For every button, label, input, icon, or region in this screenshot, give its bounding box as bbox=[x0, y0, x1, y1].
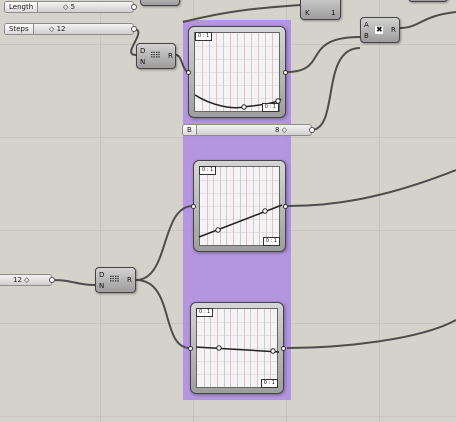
output-1[interactable]: 1 bbox=[331, 9, 335, 17]
domain-label: 0 : 1 bbox=[199, 166, 217, 175]
steps-slider[interactable]: Steps ◇ 12 bbox=[4, 23, 137, 35]
steps-slider-value: ◇ 12 bbox=[49, 25, 66, 33]
wire-divide2-to-mapper3 bbox=[135, 279, 191, 349]
input-d[interactable]: D bbox=[99, 271, 104, 279]
input-b[interactable]: B bbox=[364, 32, 369, 40]
wire-multiply-out bbox=[399, 11, 456, 29]
b-slider-label: B bbox=[183, 125, 197, 135]
graph-mapper-3[interactable]: 0 : 1 0 : 1 bbox=[188, 302, 286, 394]
output-r[interactable]: R bbox=[168, 52, 173, 60]
multiply-icon: ✖ bbox=[375, 25, 383, 34]
graph-mapper-1[interactable]: 0 : 1 0 : 1 bbox=[186, 26, 288, 118]
count-slider-value: 12 ◇ bbox=[13, 276, 30, 284]
length-slider[interactable]: Length ◇ 5 bbox=[4, 1, 137, 13]
multiply-component[interactable]: A B ✖ R bbox=[360, 17, 400, 43]
output-port[interactable] bbox=[281, 346, 286, 351]
component-top-right[interactable]: K 1 bbox=[300, 0, 341, 20]
wire-slider-to-divide2 bbox=[51, 279, 96, 286]
output-port[interactable] bbox=[283, 204, 288, 209]
input-k[interactable]: K bbox=[305, 9, 310, 17]
b-slider[interactable]: B 8 ◇ bbox=[182, 124, 315, 136]
range-label: 0 : 1 bbox=[262, 237, 280, 246]
wire-mapper1-to-multiply-a bbox=[285, 36, 361, 73]
steps-slider-label: Steps bbox=[5, 24, 34, 34]
domain-label: 0 : 1 bbox=[195, 32, 213, 41]
range-label: 0 : 1 bbox=[260, 379, 278, 388]
input-port[interactable] bbox=[186, 70, 191, 75]
wire-b-to-multiply-b bbox=[310, 47, 361, 131]
b-slider-value: 8 ◇ bbox=[275, 126, 288, 134]
graph-mapper-2[interactable]: 0 : 1 0 : 1 bbox=[191, 160, 288, 252]
steps-slider-grip[interactable] bbox=[131, 26, 137, 32]
output-r[interactable]: R bbox=[127, 276, 132, 284]
output-port[interactable] bbox=[283, 70, 288, 75]
component-top-left[interactable] bbox=[140, 0, 180, 6]
wire-top bbox=[182, 4, 301, 23]
input-port[interactable] bbox=[191, 204, 196, 209]
input-a[interactable]: A bbox=[364, 21, 369, 29]
length-slider-value: ◇ 5 bbox=[63, 3, 76, 11]
input-n[interactable]: N bbox=[140, 58, 145, 66]
divide-icon: ⠿⠿ bbox=[109, 275, 120, 284]
divide-component-bottom[interactable]: D N ⠿⠿ R bbox=[95, 267, 136, 293]
output-r[interactable]: R bbox=[391, 26, 396, 34]
divide-component-top[interactable]: D N ⠿⠿ R bbox=[136, 43, 176, 69]
wire-mapper3-out bbox=[286, 319, 456, 349]
divide-icon: ⠿⠿ bbox=[150, 51, 161, 60]
domain-label: 0 : 1 bbox=[196, 308, 214, 317]
wire-mapper2-out bbox=[287, 169, 456, 207]
length-slider-grip[interactable] bbox=[131, 4, 137, 10]
grasshopper-canvas[interactable]: Length ◇ 5 Steps ◇ 12 B 8 ◇ 12 ◇ D N ⠿⠿ … bbox=[0, 0, 456, 422]
component-top-far-right[interactable] bbox=[408, 0, 448, 2]
b-slider-grip[interactable] bbox=[309, 127, 315, 133]
length-slider-label: Length bbox=[5, 2, 39, 12]
count-slider-grip[interactable] bbox=[49, 277, 55, 283]
range-label: 0 : 1 bbox=[261, 103, 279, 112]
input-port[interactable] bbox=[188, 346, 193, 351]
input-d[interactable]: D bbox=[140, 47, 145, 55]
wire-divide2-to-mapper2 bbox=[135, 205, 194, 281]
count-slider[interactable]: 12 ◇ bbox=[0, 274, 55, 286]
input-n[interactable]: N bbox=[99, 282, 104, 290]
